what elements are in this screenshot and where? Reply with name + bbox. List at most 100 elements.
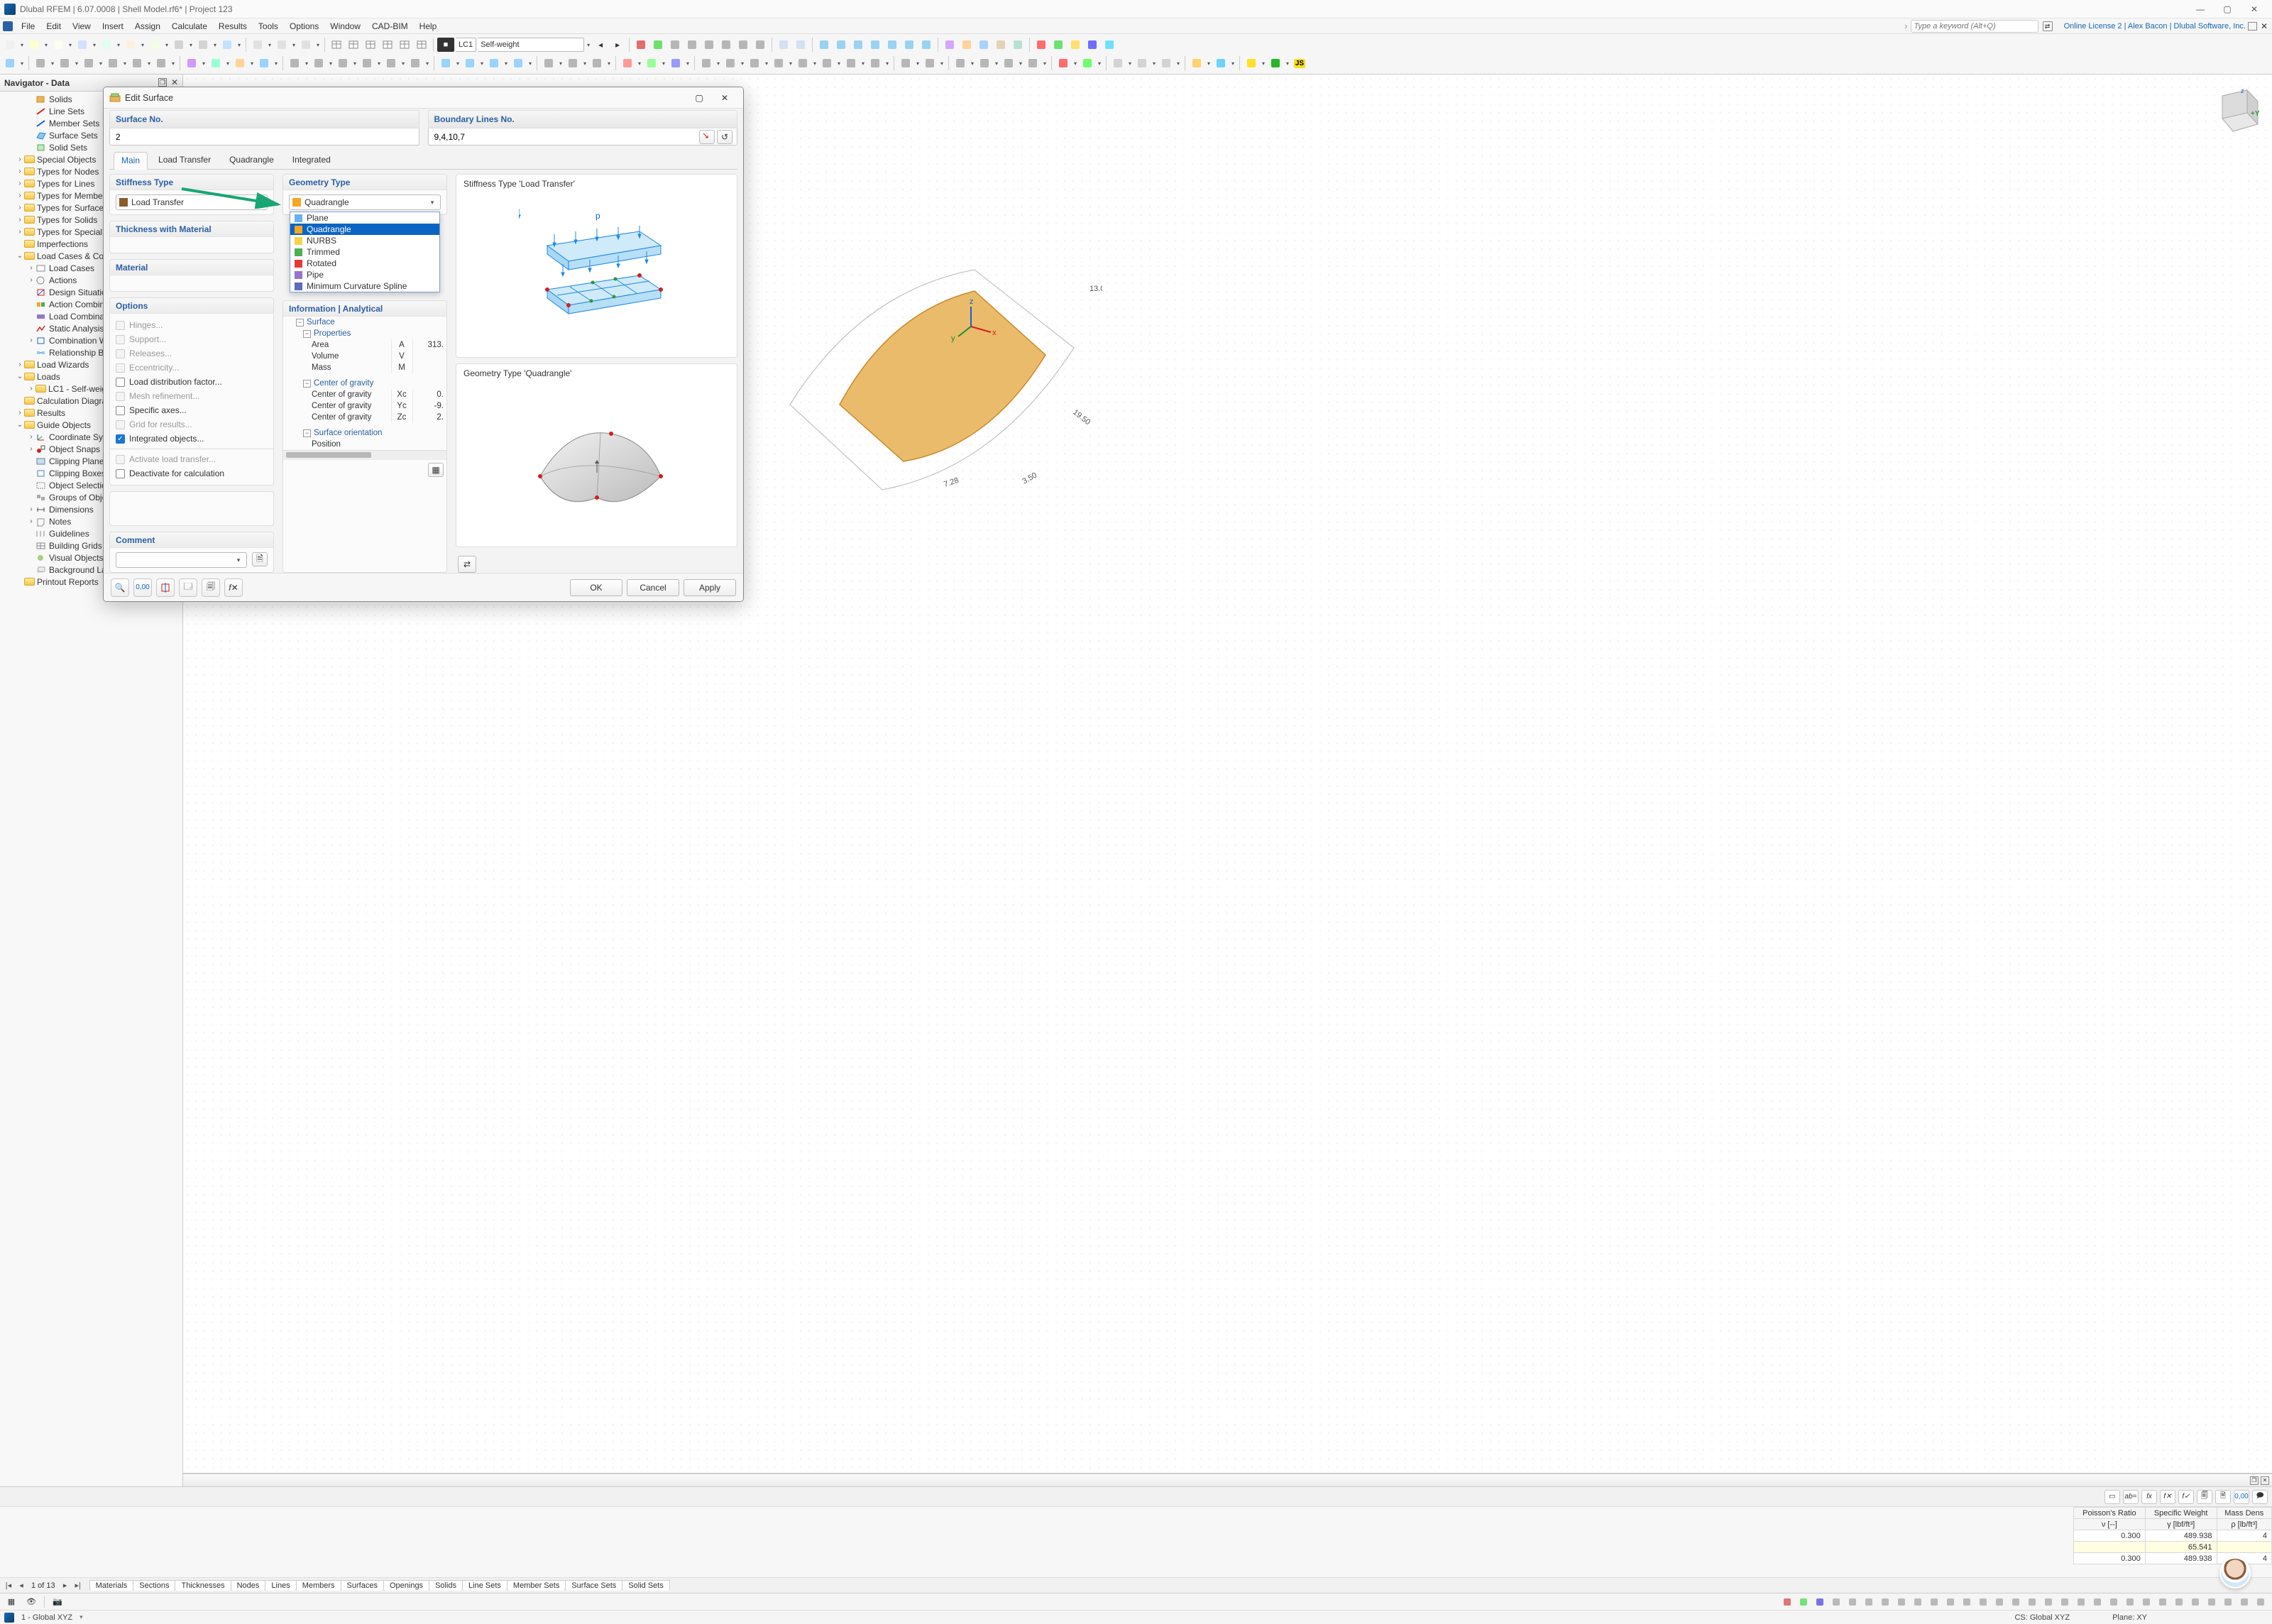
mdi-close-icon[interactable]: ✕: [2259, 21, 2269, 31]
toolbar-button[interactable]: [1158, 55, 1174, 71]
toolbar-button[interactable]: [57, 55, 72, 71]
table-tab-nodes[interactable]: Nodes: [231, 1580, 266, 1591]
toolbar-button[interactable]: [884, 37, 900, 53]
menu-help[interactable]: Help: [414, 20, 443, 33]
toolbar-button[interactable]: [329, 37, 344, 53]
toolbar-button[interactable]: [1050, 37, 1066, 53]
status-toggle[interactable]: [1911, 1596, 1925, 1608]
toolbar-button[interactable]: [1001, 55, 1016, 71]
table-first-icon[interactable]: |◂: [3, 1581, 14, 1590]
toolbar-button[interactable]: [723, 55, 738, 71]
navigator-close-icon[interactable]: ✕: [170, 77, 180, 87]
table-prev-icon[interactable]: ◂: [16, 1581, 27, 1590]
dialog-titlebar[interactable]: Edit Surface ▢ ✕: [104, 87, 743, 109]
vp-close-icon[interactable]: ✕: [2261, 1476, 2269, 1485]
toolbar-button[interactable]: [129, 55, 145, 71]
tab-integrated[interactable]: Integrated: [285, 151, 339, 169]
close-button[interactable]: ✕: [2241, 0, 2268, 18]
status-btn-1[interactable]: ▦: [4, 1596, 18, 1608]
toolbar-button[interactable]: [1102, 37, 1117, 53]
status-toggle[interactable]: [2058, 1596, 2072, 1608]
menu-insert[interactable]: Insert: [97, 20, 129, 33]
toolbar-button[interactable]: [701, 37, 717, 53]
toolbar-button[interactable]: [776, 37, 791, 53]
toolbar-button[interactable]: [833, 37, 849, 53]
toolbar-button[interactable]: [1213, 55, 1229, 71]
toolbar-button[interactable]: [171, 37, 187, 53]
status-toggle[interactable]: [2107, 1596, 2121, 1608]
toolbar-button[interactable]: [219, 37, 235, 53]
table-tab-line-sets[interactable]: Line Sets: [462, 1580, 507, 1591]
toolbar-button[interactable]: [959, 37, 975, 53]
toolbar-button[interactable]: [311, 55, 326, 71]
geometry-option-trimmed[interactable]: Trimmed: [290, 246, 439, 258]
toolbar-button[interactable]: [195, 37, 211, 53]
status-toggle[interactable]: [2237, 1596, 2251, 1608]
dialog-close-button[interactable]: ✕: [712, 88, 737, 108]
search-options-icon[interactable]: ⇄: [2043, 21, 2053, 31]
toolbar-button[interactable]: [346, 37, 361, 53]
table-tab-members[interactable]: Members: [296, 1580, 341, 1591]
table-tab-materials[interactable]: Materials: [89, 1580, 134, 1591]
toolbar-button[interactable]: [1025, 55, 1041, 71]
toolbar-button[interactable]: [208, 55, 224, 71]
toolbar-button[interactable]: [793, 37, 808, 53]
status-toggle[interactable]: [2090, 1596, 2104, 1608]
toolbar-button[interactable]: [589, 55, 605, 71]
status-toggle[interactable]: [2156, 1596, 2170, 1608]
toolbar-button[interactable]: [633, 37, 649, 53]
menu-tools[interactable]: Tools: [253, 20, 284, 33]
option-integrated-objects[interactable]: ✓Integrated objects...: [116, 432, 268, 446]
toolbar-button[interactable]: [1134, 55, 1150, 71]
navigator-float-icon[interactable]: ❐: [158, 78, 167, 87]
toolbar-button[interactable]: [843, 55, 859, 71]
status-toggle[interactable]: [2041, 1596, 2056, 1608]
toolbar-button[interactable]: [565, 55, 581, 71]
info-table-icon[interactable]: ▦: [428, 463, 444, 477]
toolbar-button[interactable]: [1010, 37, 1026, 53]
table-tab-member-sets[interactable]: Member Sets: [507, 1580, 566, 1591]
status-toggle[interactable]: [1796, 1596, 1811, 1608]
toolbar-button[interactable]: [1080, 55, 1095, 71]
boundary-pick-icon[interactable]: [699, 130, 715, 144]
toolbar-button[interactable]: [977, 55, 992, 71]
toolbar-button[interactable]: [922, 55, 938, 71]
toolbar-button[interactable]: [2, 37, 18, 53]
user-avatar[interactable]: [2219, 1557, 2251, 1589]
toolbar-button[interactable]: [747, 55, 762, 71]
toolbar-button[interactable]: [1110, 55, 1126, 71]
table-tab-openings[interactable]: Openings: [383, 1580, 429, 1591]
surface-no-input[interactable]: [109, 128, 419, 146]
toolbar-button[interactable]: [26, 37, 42, 53]
geometry-type-combo[interactable]: Quadrangle ▾ PlaneQuadrangleNURBSTrimmed…: [289, 194, 441, 210]
foot-icon-5[interactable]: 🗐: [202, 578, 220, 597]
geometry-option-pipe[interactable]: Pipe: [290, 269, 439, 280]
dialog-maximize-button[interactable]: ▢: [686, 88, 712, 108]
table-next-icon[interactable]: ▸: [60, 1581, 71, 1590]
foot-icon-4[interactable]: 🗔: [179, 578, 197, 597]
toolbar-button[interactable]: [335, 55, 351, 71]
toolbar-button[interactable]: [99, 37, 114, 53]
toolbar-button[interactable]: [50, 37, 66, 53]
menu-cad-bim[interactable]: CAD-BIM: [366, 20, 414, 33]
toolbar-button[interactable]: [123, 37, 138, 53]
geometry-type-dropdown[interactable]: PlaneQuadrangleNURBSTrimmedRotatedPipeMi…: [290, 212, 440, 292]
status-toggle[interactable]: [1829, 1596, 1843, 1608]
menu-file[interactable]: File: [16, 20, 40, 33]
tab-load-transfer[interactable]: Load Transfer: [150, 151, 219, 169]
btm-btn-4[interactable]: f✕: [2160, 1490, 2175, 1504]
menu-assign[interactable]: Assign: [129, 20, 166, 33]
toolbar-button[interactable]: [256, 55, 272, 71]
toolbar-button[interactable]: [1068, 37, 1083, 53]
table-tab-solids[interactable]: Solids: [429, 1580, 463, 1591]
toolbar-button[interactable]: [718, 37, 734, 53]
btm-btn-2[interactable]: ab=: [2123, 1490, 2139, 1504]
option-specific-axes[interactable]: Specific axes...: [116, 403, 268, 417]
toolbar-button[interactable]: [510, 55, 526, 71]
toolbar-button[interactable]: [976, 37, 992, 53]
mdi-restore-icon[interactable]: [2248, 22, 2257, 31]
status-toggle[interactable]: [2025, 1596, 2039, 1608]
toolbar-button[interactable]: [918, 37, 934, 53]
table-tab-surfaces[interactable]: Surfaces: [341, 1580, 384, 1591]
toolbar-button[interactable]: [363, 37, 378, 53]
